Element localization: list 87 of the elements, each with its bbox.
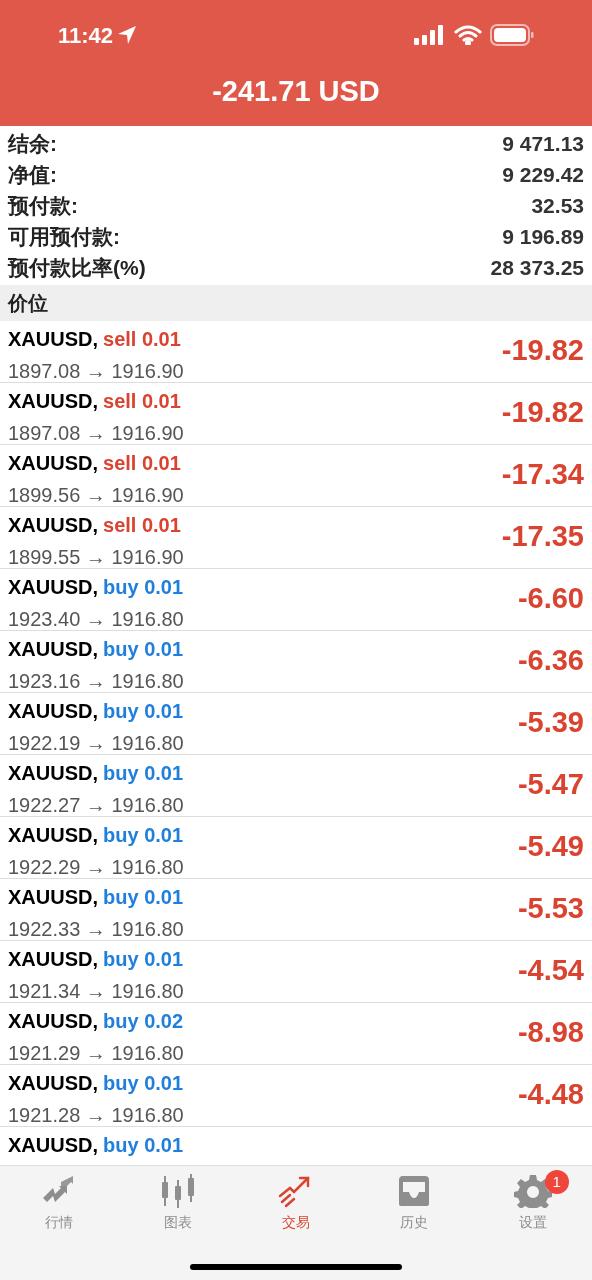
order-text: sell 0.01	[103, 451, 181, 476]
balance-title: -241.71 USD	[212, 74, 380, 109]
order-text: buy 0.01	[103, 637, 184, 662]
order-text: sell 0.01	[103, 327, 181, 352]
position-row[interactable]: XAUUSD, sell 0.01 1897.08 → 1916.90 -19.82	[0, 321, 592, 383]
position-row[interactable]: XAUUSD, buy 0.01 1923.40 → 1916.80 -6.60	[0, 569, 592, 631]
price-text: 1923.40 → 1916.80	[8, 607, 184, 632]
position-row[interactable]: XAUUSD, buy 0.01 1921.28 → 1916.80 -4.48	[0, 1065, 592, 1127]
position-row[interactable]: XAUUSD, buy 0.02 1921.29 → 1916.80 -8.98	[0, 1003, 592, 1065]
profit-value: -8.98	[517, 1018, 584, 1047]
symbol-text: XAUUSD,	[8, 451, 98, 476]
symbol-text: XAUUSD,	[8, 885, 98, 910]
profit-value: -19.82	[501, 398, 584, 427]
price-text: 1922.29 → 1916.80	[8, 855, 184, 880]
wifi-icon	[454, 25, 482, 45]
battery-icon	[490, 24, 534, 46]
profit-value: -5.39	[517, 708, 584, 737]
summary-value: 9 471.13	[502, 130, 584, 157]
profit-value: -4.54	[517, 956, 584, 985]
signal-icon	[414, 25, 446, 45]
symbol-text: XAUUSD,	[8, 823, 98, 848]
order-text: buy 0.01	[103, 885, 184, 910]
gear-icon	[512, 1174, 553, 1208]
symbol-text: XAUUSD,	[8, 575, 98, 600]
position-row[interactable]: XAUUSD, buy 0.01 1922.27 → 1916.80 -5.47	[0, 755, 592, 817]
summary-value: 9 196.89	[502, 223, 584, 250]
order-text: buy 0.01	[103, 575, 184, 600]
price-text: 1899.56 → 1916.90	[8, 483, 184, 508]
symbol-text: XAUUSD,	[8, 1071, 98, 1096]
notification-badge: 1	[544, 1170, 569, 1194]
price-text: 1922.33 → 1916.80	[8, 917, 184, 942]
price-text: 1897.08 → 1916.90	[8, 359, 184, 384]
order-text: sell 0.01	[103, 389, 181, 414]
profit-value: -6.60	[517, 584, 584, 613]
symbol-text: XAUUSD,	[8, 761, 98, 786]
profit-value: -4.48	[517, 1080, 584, 1109]
symbol-text: XAUUSD,	[8, 1133, 98, 1158]
profit-value: -5.53	[517, 894, 584, 923]
position-row[interactable]: XAUUSD, buy 0.01 1922.29 → 1916.80 -5.49	[0, 817, 592, 879]
price-text: 1899.55 → 1916.90	[8, 545, 184, 570]
symbol-text: XAUUSD,	[8, 699, 98, 724]
position-row[interactable]: XAUUSD, buy 0.01 1922.19 → 1916.80 -5.39	[0, 693, 592, 755]
summary-label: 可用预付款:	[8, 223, 120, 250]
profit-value: -17.34	[501, 460, 584, 489]
profit-value: -6.36	[517, 646, 584, 675]
summary-value: 28 373.25	[490, 254, 584, 281]
location-icon	[117, 25, 138, 45]
position-row[interactable]: XAUUSD, sell 0.01 1899.56 → 1916.90 -17.34	[0, 445, 592, 507]
summary-label: 预付款比率(%)	[8, 254, 146, 281]
tab-button[interactable]: 交易	[245, 1174, 346, 1233]
symbol-text: XAUUSD,	[8, 513, 98, 538]
price-text: 1897.08 → 1916.90	[8, 421, 184, 446]
price-text: 1921.34 → 1916.80	[8, 979, 184, 1004]
position-row[interactable]: XAUUSD, buy 0.01 1921.34 → 1916.80 -4.54	[0, 941, 592, 1003]
position-row[interactable]: XAUUSD, buy 0.01 1922.33 → 1916.80 -5.53	[0, 879, 592, 941]
summary-label: 结余:	[8, 130, 57, 157]
price-text: 1921.29 → 1916.80	[8, 1041, 184, 1066]
profit-value: -5.49	[517, 832, 584, 861]
order-text: buy 0.01	[103, 947, 184, 972]
section-title: 价位	[8, 291, 48, 316]
position-row[interactable]: XAUUSD, buy 0.01 1923.16 → 1916.80 -6.36	[0, 631, 592, 693]
price-text: 1922.19 → 1916.80	[8, 731, 184, 756]
summary-label: 预付款:	[8, 192, 78, 219]
symbol-text: XAUUSD,	[8, 327, 98, 352]
order-text: buy 0.01	[103, 1071, 184, 1096]
profit-value: -17.35	[501, 522, 584, 551]
price-text: 1922.27 → 1916.80	[8, 793, 184, 818]
symbol-text: XAUUSD,	[8, 1009, 98, 1034]
summary-value: 9 229.42	[502, 161, 584, 188]
symbol-text: XAUUSD,	[8, 637, 98, 662]
order-text: buy 0.01	[103, 761, 184, 786]
symbol-text: XAUUSD,	[8, 947, 98, 972]
position-row[interactable]: XAUUSD, sell 0.01 1897.08 → 1916.90 -19.82	[0, 383, 592, 445]
order-text: buy 0.01	[103, 699, 184, 724]
order-text: buy 0.01	[103, 823, 184, 848]
price-text: 1921.28 → 1916.80	[8, 1103, 184, 1128]
order-text: buy 0.02	[103, 1009, 184, 1034]
symbol-text: XAUUSD,	[8, 389, 98, 414]
profit-value: -19.82	[501, 336, 584, 365]
clock-time: 11:42	[58, 21, 114, 50]
summary-label: 净值:	[8, 161, 57, 188]
profit-value: -5.47	[517, 770, 584, 799]
position-row[interactable]: XAUUSD, sell 0.01 1899.55 → 1916.90 -17.35	[0, 507, 592, 569]
order-text: buy 0.01	[103, 1133, 184, 1158]
order-text: sell 0.01	[103, 513, 181, 538]
summary-value: 32.53	[531, 192, 584, 219]
price-text: 1923.16 → 1916.80	[8, 669, 184, 694]
